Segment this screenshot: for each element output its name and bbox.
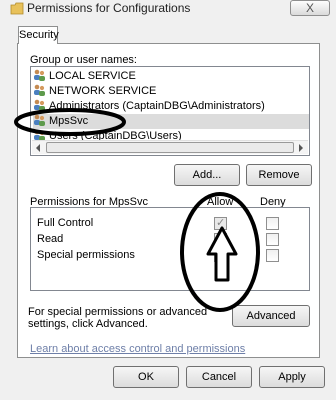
horizontal-scrollbar[interactable] bbox=[32, 140, 308, 154]
ok-button[interactable]: OK bbox=[113, 366, 179, 388]
users-listbox[interactable]: LOCAL SERVICE NETWORK SERVICE Administra… bbox=[30, 66, 310, 156]
list-item[interactable]: LOCAL SERVICE bbox=[33, 69, 136, 84]
permissions-dialog: Permissions for Configurations X Securit… bbox=[0, 0, 336, 400]
close-button[interactable]: X bbox=[290, 0, 330, 16]
user-group-icon bbox=[34, 99, 45, 111]
scroll-thumb[interactable] bbox=[46, 142, 294, 153]
permission-name: Full Control bbox=[37, 217, 94, 229]
allow-checkbox-read[interactable] bbox=[214, 233, 227, 246]
advanced-hint-text: For special permissions or advanced sett… bbox=[28, 306, 208, 330]
add-button[interactable]: Add... bbox=[174, 164, 240, 186]
user-name: MpsSvc bbox=[49, 115, 89, 127]
list-item[interactable]: NETWORK SERVICE bbox=[33, 84, 156, 99]
deny-checkbox-read[interactable] bbox=[266, 233, 279, 246]
cancel-button[interactable]: Cancel bbox=[186, 366, 252, 388]
user-group-icon bbox=[34, 114, 45, 126]
deny-checkbox-full-control[interactable] bbox=[266, 217, 279, 230]
apply-button[interactable]: Apply bbox=[259, 366, 325, 388]
scroll-right-icon[interactable] bbox=[298, 144, 304, 152]
user-name: Administrators (CaptainDBG\Administrator… bbox=[49, 100, 265, 112]
allow-checkbox-special[interactable] bbox=[214, 249, 227, 262]
user-group-icon bbox=[34, 84, 45, 96]
permissions-table: Full Control Read Special permissions bbox=[30, 207, 310, 291]
remove-button[interactable]: Remove bbox=[246, 164, 312, 186]
permission-name: Read bbox=[37, 233, 64, 245]
permission-name: Special permissions bbox=[37, 249, 135, 261]
user-group-icon bbox=[34, 69, 45, 81]
title-bar: Permissions for Configurations X bbox=[0, 0, 336, 18]
folder-icon bbox=[10, 2, 24, 15]
group-list-label: Group or user names: bbox=[30, 54, 137, 66]
user-name: LOCAL SERVICE bbox=[49, 70, 136, 82]
scroll-left-icon[interactable] bbox=[35, 144, 41, 152]
learn-more-link[interactable]: Learn about access control and permissio… bbox=[30, 343, 245, 355]
advanced-button[interactable]: Advanced bbox=[232, 305, 310, 327]
list-item-selected[interactable]: MpsSvc bbox=[33, 114, 309, 129]
window-title: Permissions for Configurations bbox=[27, 1, 191, 15]
allow-checkbox-full-control[interactable] bbox=[214, 216, 227, 230]
user-name: NETWORK SERVICE bbox=[49, 85, 157, 97]
tab-security[interactable]: Security bbox=[18, 26, 59, 44]
list-item[interactable]: Administrators (CaptainDBG\Administrator… bbox=[33, 99, 265, 114]
deny-checkbox-special[interactable] bbox=[266, 249, 279, 262]
